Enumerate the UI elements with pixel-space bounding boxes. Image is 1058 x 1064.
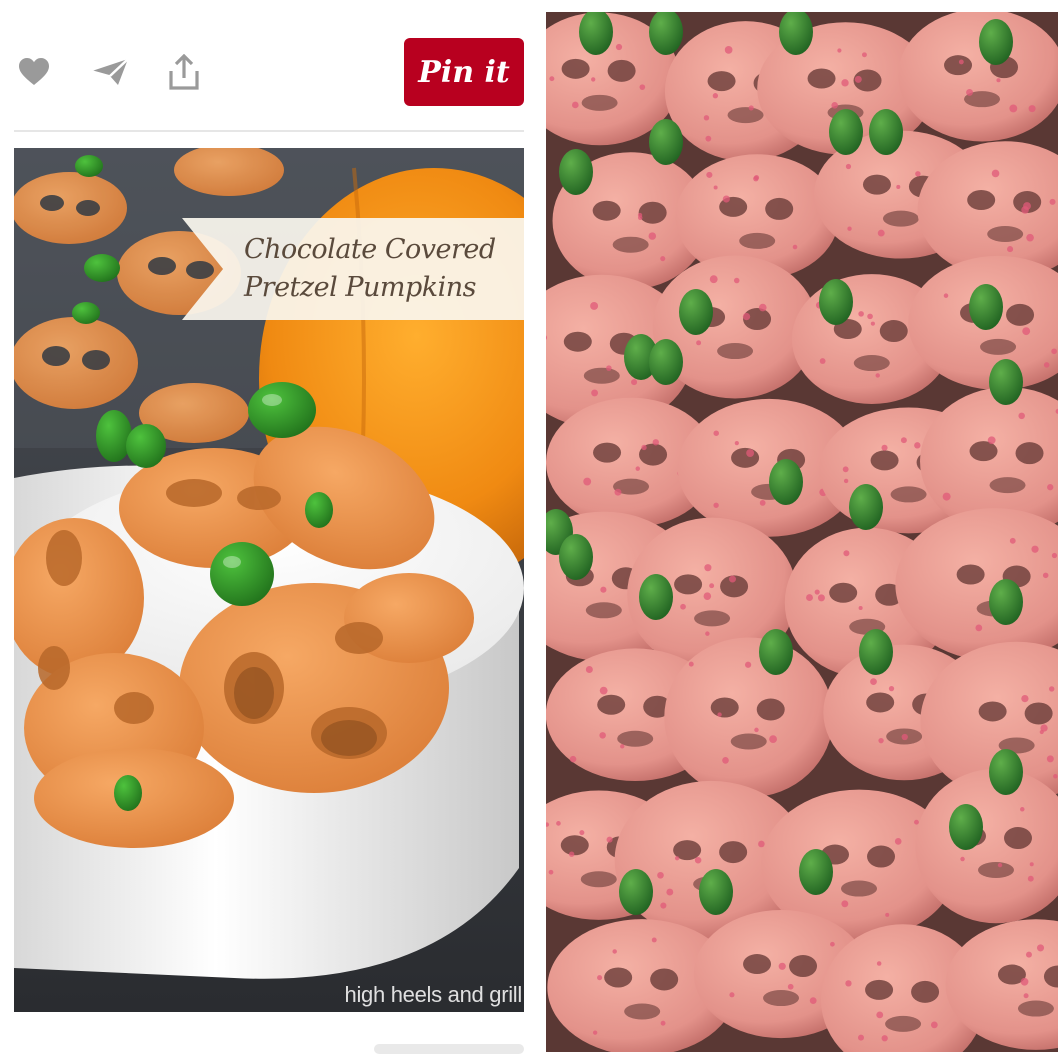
green-candy <box>969 284 1003 330</box>
green-candy <box>649 339 683 385</box>
paper-plane-icon[interactable] <box>90 52 130 92</box>
green-candy <box>759 629 793 675</box>
green-candy <box>949 804 983 850</box>
source-watermark: high heels and grill <box>344 982 523 1007</box>
green-candy <box>769 459 803 505</box>
divider <box>14 130 524 132</box>
pin-action-bar: Pin it <box>0 0 540 130</box>
attempt-photo <box>546 12 1058 1052</box>
recipe-title-line-2: Pretzel Pumpkins <box>244 272 477 303</box>
green-candy <box>829 109 863 155</box>
recipe-title-banner: Chocolate Covered Pretzel Pumpkins <box>182 218 524 320</box>
green-candy <box>819 279 853 325</box>
green-candy <box>639 574 673 620</box>
green-candy <box>989 579 1023 625</box>
green-candy <box>989 359 1023 405</box>
share-upload-icon[interactable] <box>164 52 204 92</box>
scroll-indicator <box>374 1044 524 1054</box>
green-candy <box>869 109 903 155</box>
green-candy <box>699 869 733 915</box>
green-candy <box>989 749 1023 795</box>
green-candy <box>799 849 833 895</box>
heart-icon[interactable] <box>14 52 54 92</box>
green-candy <box>979 19 1013 65</box>
pin-image[interactable]: Chocolate Covered Pretzel Pumpkins high … <box>14 148 524 1012</box>
green-candy <box>619 869 653 915</box>
green-candy <box>859 629 893 675</box>
pink-pretzel <box>664 637 834 798</box>
recipe-title-line-1: Chocolate Covered <box>244 234 496 265</box>
pin-it-button[interactable]: Pin it <box>404 38 524 106</box>
green-candy <box>679 289 713 335</box>
green-candy <box>649 119 683 165</box>
pink-pretzels-photo <box>546 12 1058 1052</box>
pin-card: Pin it Chocolate Covered Pretzel Pumpkin… <box>0 0 540 1064</box>
green-candy <box>849 484 883 530</box>
green-candy <box>559 149 593 195</box>
green-candy <box>559 534 593 580</box>
